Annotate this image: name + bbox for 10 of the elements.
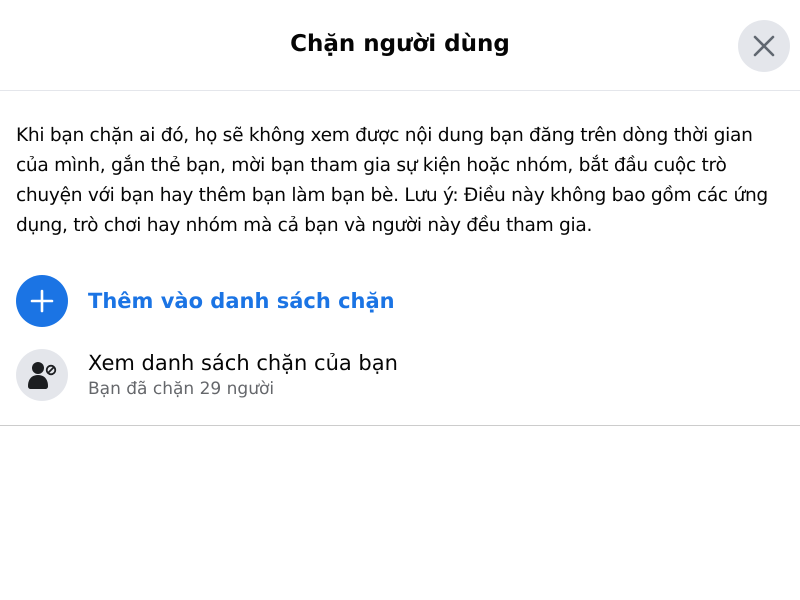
add-button[interactable] [16,275,68,327]
close-icon [753,35,775,57]
blocked-count-text: Bạn đã chặn 29 người [88,378,276,401]
plus-icon [30,289,54,313]
add-link[interactable]: Thêm vào danh sách chặn [88,287,395,315]
description-text: Khi bạn chặn ai đó, họ sẽ không xem được nội dung bạn đăng trên dòng thời gian của mình, gắn thẻ bạn, mời bạn tham gia sự kiện hoặc nhóm, bắt đầu cuộc trò chuyện với bạn hay thêm bạn làm bạn bè. Lưu ý: Điều này không bao gồm các ứng dụng, trò chơi hay nhóm mà cả bạn và người này đều tham gia. [15,124,769,238]
close-button[interactable] [738,20,790,72]
blocked-user-icon [16,349,68,401]
dialog-title: Chặn người dùng [290,31,510,59]
view-list-link[interactable]: Xem danh sách chặn của bạn [88,349,398,377]
